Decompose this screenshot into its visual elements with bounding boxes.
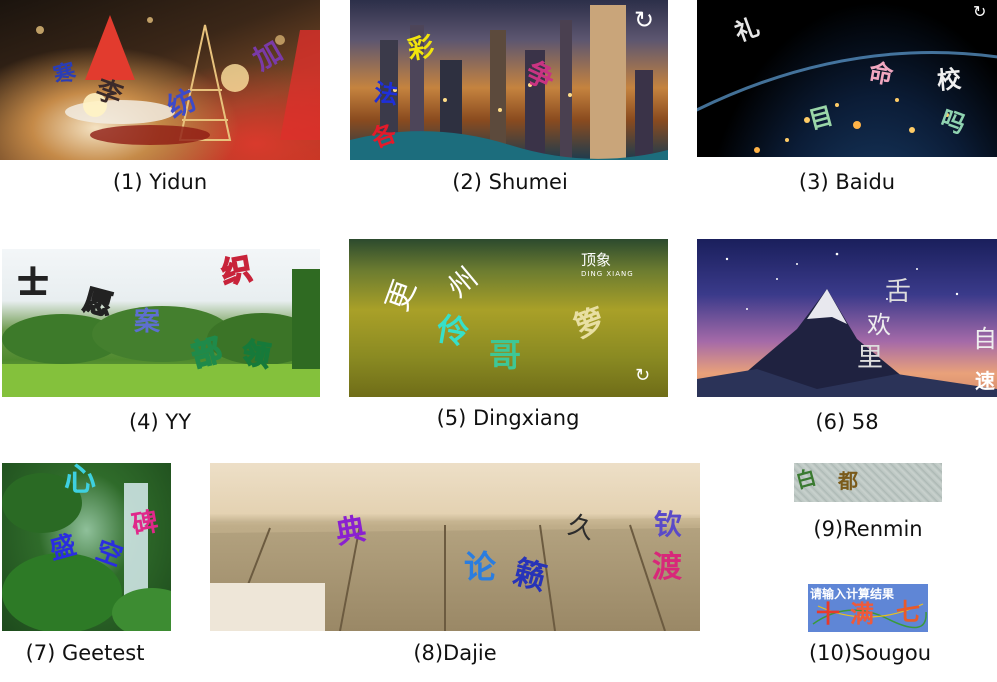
- captcha-char: 都: [838, 469, 858, 493]
- 58-scene: [697, 252, 997, 397]
- captcha-image-baidu: ↻ 礼 命 校 目 吗: [697, 0, 997, 157]
- caption-renmin: (9)Renmin: [813, 517, 923, 541]
- captcha-char: 哥: [489, 336, 522, 374]
- yy-scene: [2, 269, 320, 397]
- captcha-char: 更: [379, 275, 424, 316]
- captcha-image-dajie: 典 久 钦 论 籁 渡: [210, 463, 700, 631]
- caption-yy: (4) YY: [128, 410, 192, 434]
- captcha-char: 自: [973, 325, 997, 353]
- caption-58: (6) 58: [815, 410, 879, 434]
- captcha-char: 舌: [885, 277, 912, 307]
- refresh-icon[interactable]: ↻: [635, 367, 650, 385]
- captcha-char: 渡: [652, 550, 682, 585]
- captcha-char: 十: [816, 600, 840, 628]
- shumei-scene: [350, 5, 668, 160]
- caption-dingxiang: (5) Dingxiang: [436, 406, 580, 430]
- refresh-icon[interactable]: ↻: [973, 4, 986, 20]
- captcha-char: 校: [935, 65, 963, 95]
- caption-sougou: (10)Sougou: [808, 641, 932, 665]
- captcha-char: 领: [239, 335, 274, 374]
- captcha-image-geetest: 心 碑 盛 空: [2, 463, 171, 631]
- captcha-char: 白: [794, 464, 819, 494]
- captcha-char: 案: [134, 307, 161, 337]
- captcha-char: 满: [850, 600, 874, 628]
- caption-dajie: (8)Dajie: [413, 641, 497, 665]
- caption-shumei: (2) Shumei: [452, 170, 568, 194]
- captcha-char: 伶: [433, 309, 473, 353]
- logo-text: 顶象: [581, 251, 612, 269]
- captcha-char: 州: [441, 260, 485, 305]
- refresh-icon[interactable]: ↻: [634, 8, 654, 32]
- captcha-char: 钦: [654, 508, 683, 541]
- captcha-image-yy: 士 愿 案 织 部 领: [2, 249, 320, 397]
- captcha-char: 织: [218, 251, 255, 292]
- captcha-char: 法: [372, 78, 400, 110]
- logo-subtext: DING XIANG: [581, 270, 634, 278]
- captcha-char: 典: [333, 511, 369, 552]
- caption-baidu: (3) Baidu: [798, 170, 896, 194]
- caption-geetest: (7) Geetest: [25, 641, 145, 665]
- yidun-scene: [36, 15, 320, 145]
- captcha-image-shumei: ↻ 彩 法 争 各: [350, 0, 668, 160]
- captcha-char: 欢: [867, 311, 891, 339]
- captcha-char: 里: [857, 343, 884, 373]
- captcha-char: 彩: [405, 31, 437, 67]
- captcha-image-yidun: 寒 李 纺 加: [0, 0, 320, 160]
- captcha-char: 论: [464, 548, 497, 586]
- captcha-char: 箩: [569, 301, 610, 346]
- caption-yidun: (1) Yidun: [112, 170, 208, 194]
- captcha-char: 七: [896, 598, 920, 626]
- dingxiang-logo-icon: 顶象 DING XIANG: [581, 249, 634, 278]
- captcha-char: 心: [64, 463, 97, 498]
- captcha-image-dingxiang: 顶象 DING XIANG ↻ 更 州 伶 哥 箩: [349, 239, 668, 397]
- captcha-char: 士: [17, 266, 49, 301]
- captcha-char: 命: [866, 58, 896, 90]
- captcha-char: 碑: [129, 506, 161, 542]
- dajie-scene: [210, 518, 700, 631]
- captcha-image-sougou: 请输入计算结果 十 满 七: [808, 584, 928, 632]
- captcha-image-58: 舌 欢 里 自 速: [697, 239, 997, 397]
- captcha-image-renmin: 白 都: [794, 463, 942, 502]
- captcha-char: 速: [975, 369, 995, 393]
